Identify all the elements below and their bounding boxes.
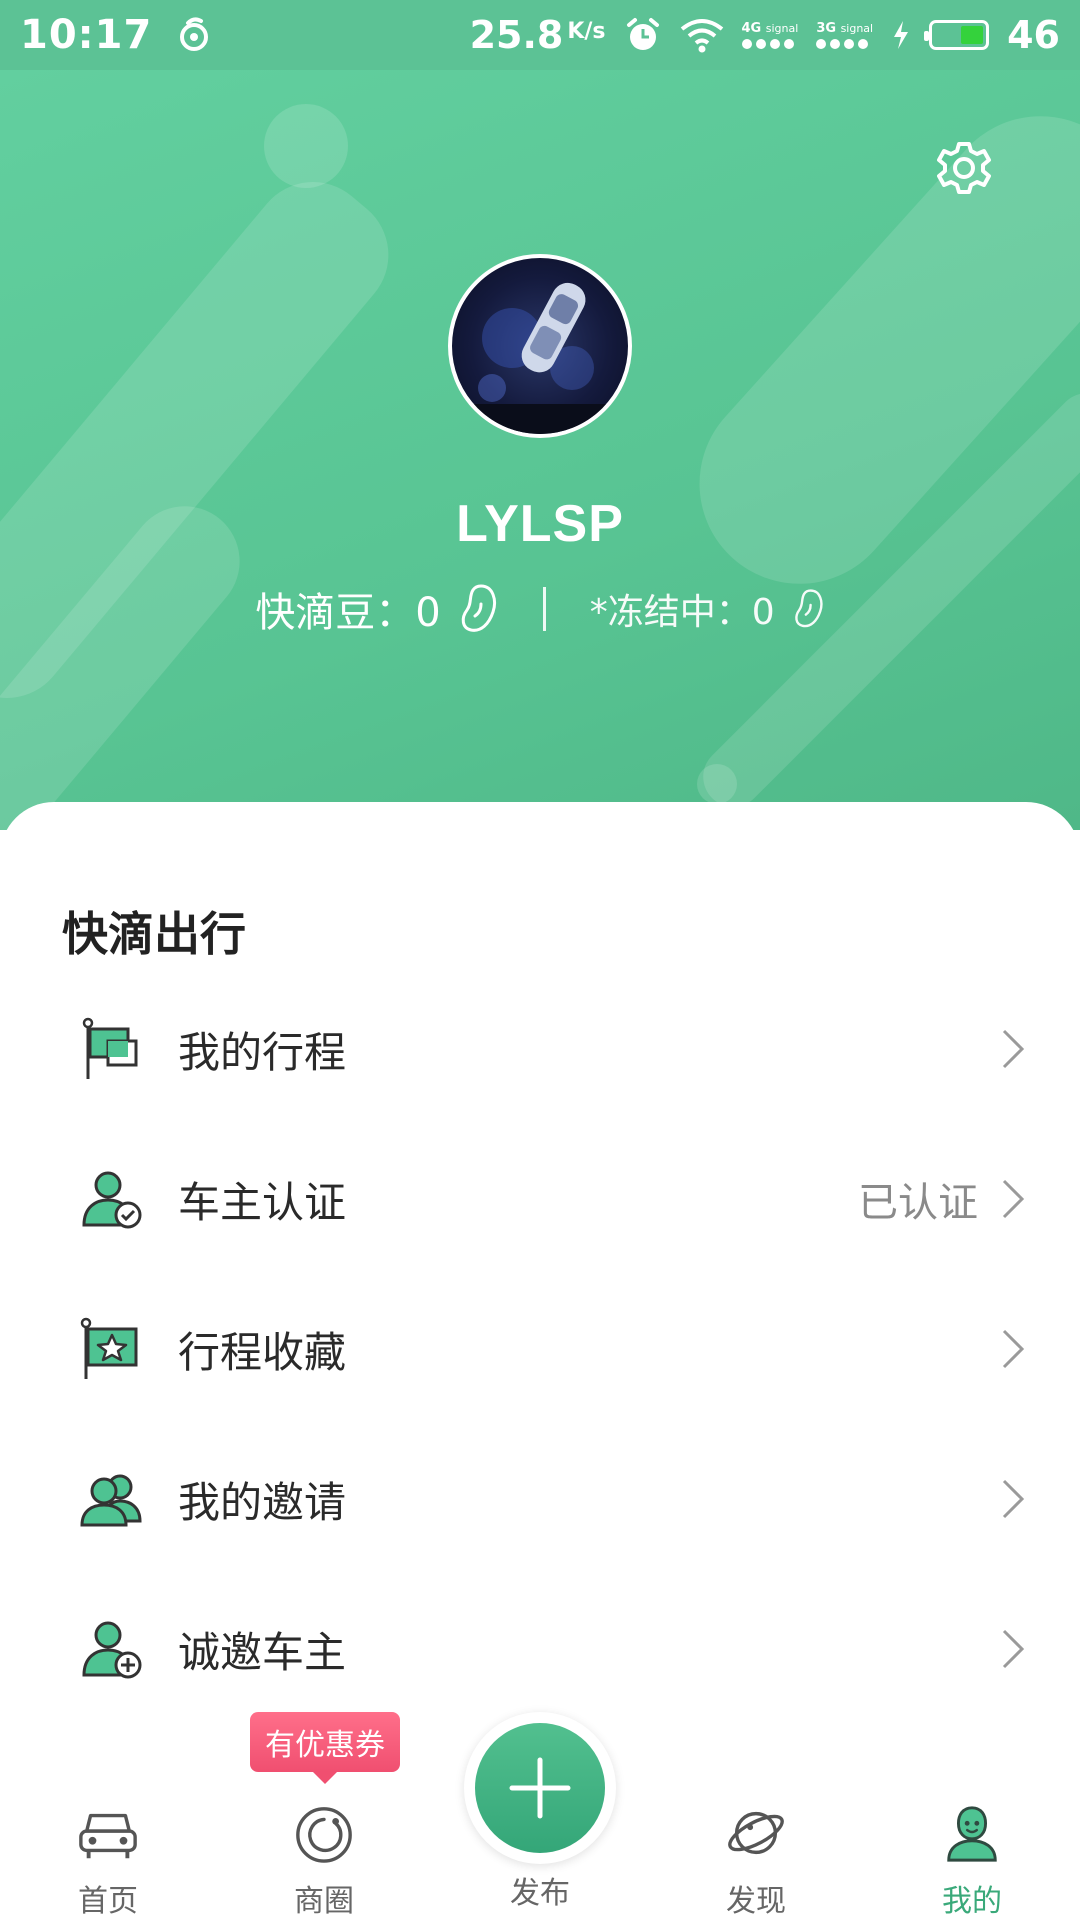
user-add-icon bbox=[82, 1621, 142, 1679]
header-decoration-circle bbox=[697, 764, 737, 804]
plus-icon bbox=[509, 1757, 571, 1819]
flag-icon bbox=[82, 1017, 138, 1079]
publish-label: 发布 bbox=[510, 1876, 570, 1911]
battery-level: 46 bbox=[1007, 13, 1060, 57]
chevron-right-icon bbox=[1002, 1029, 1025, 1069]
chevron-right-icon bbox=[1002, 1179, 1025, 1219]
flag-star-icon bbox=[80, 1317, 138, 1379]
signal-4g: 4G signal bbox=[741, 20, 799, 49]
menu-item-driver-verification[interactable]: 车主认证 已认证 bbox=[0, 1124, 1080, 1274]
nav-mine-label: 我的 bbox=[942, 1884, 1002, 1919]
nav-business-circle[interactable]: 商圈 bbox=[216, 1776, 432, 1920]
network-speed-value: 25.8 bbox=[469, 13, 564, 57]
signal-4g-label: 4G bbox=[741, 20, 762, 36]
publish-button[interactable] bbox=[475, 1723, 605, 1853]
menu-item-trip-favorites[interactable]: 行程收藏 bbox=[0, 1274, 1080, 1424]
nav-discover[interactable]: 发现 bbox=[648, 1776, 864, 1920]
circle-icon bbox=[296, 1807, 352, 1863]
netease-music-icon bbox=[180, 17, 209, 51]
section-title: 快滴出行 bbox=[62, 907, 246, 961]
frozen-beans[interactable]: *冻结中：0 bbox=[590, 583, 825, 635]
signal-4g-small: signal bbox=[765, 21, 799, 35]
profile-avatar-icon bbox=[947, 1806, 997, 1862]
menu-item-label: 车主认证 bbox=[178, 1177, 347, 1227]
chevron-right-icon bbox=[1002, 1329, 1025, 1369]
menu-item-label: 我的邀请 bbox=[178, 1477, 347, 1527]
user-verified-icon bbox=[82, 1171, 142, 1229]
menu-item-label: 行程收藏 bbox=[178, 1327, 347, 1377]
nav-discover-label: 发现 bbox=[726, 1884, 786, 1919]
planet-icon bbox=[728, 1811, 784, 1855]
avatar[interactable] bbox=[448, 254, 632, 438]
status-bar: 10:17 25.8 K/s 4G signal 3G signal 46 bbox=[0, 0, 1080, 70]
bean-icon bbox=[794, 589, 823, 628]
publish-button-wrap bbox=[464, 1712, 616, 1864]
status-right-group: 25.8 K/s 4G signal 3G signal 46 bbox=[470, 13, 1060, 57]
profile-header: LYLSP 快滴豆：0 *冻结中：0 bbox=[0, 70, 1080, 830]
bean-icon bbox=[461, 584, 496, 632]
menu-item-my-trips[interactable]: 我的行程 bbox=[0, 974, 1080, 1124]
beans-balance[interactable]: 快滴豆：0 bbox=[255, 580, 498, 638]
network-speed-unit: K/s bbox=[567, 19, 606, 44]
frozen-label: *冻结中：0 bbox=[589, 592, 775, 633]
settings-button[interactable] bbox=[932, 136, 996, 200]
chevron-right-icon bbox=[1002, 1479, 1025, 1519]
battery-icon bbox=[924, 20, 990, 50]
charging-icon bbox=[894, 21, 909, 49]
nav-business-circle-label: 商圈 bbox=[294, 1884, 354, 1919]
beans-row: 快滴豆：0 *冻结中：0 bbox=[0, 580, 1080, 638]
nav-home[interactable]: 首页 bbox=[0, 1776, 216, 1920]
network-speed: 25.8 K/s bbox=[470, 13, 606, 57]
car-icon bbox=[79, 1813, 137, 1859]
header-decoration-circle bbox=[264, 104, 348, 188]
avatar-car-image bbox=[452, 282, 628, 434]
verification-status: 已认证 bbox=[858, 1180, 978, 1226]
nav-home-label: 首页 bbox=[78, 1884, 138, 1919]
nav-mine[interactable]: 我的 bbox=[864, 1776, 1080, 1920]
status-time: 10:17 bbox=[20, 12, 153, 58]
alarm-icon bbox=[626, 18, 659, 50]
menu-list: 我的行程 车主认证 已认证 行程收藏 我的邀请 诚邀车主 bbox=[0, 974, 1080, 1724]
menu-item-label: 诚邀车主 bbox=[178, 1627, 347, 1677]
signal-3g: 3G signal bbox=[816, 22, 873, 49]
signal-3g-small: signal bbox=[840, 21, 874, 35]
chevron-right-icon bbox=[1002, 1629, 1025, 1669]
wifi-icon bbox=[680, 19, 723, 53]
username: LYLSP bbox=[456, 495, 624, 553]
signal-3g-label: 3G bbox=[816, 20, 837, 36]
menu-item-my-invitations[interactable]: 我的邀请 bbox=[0, 1424, 1080, 1574]
beans-label: 快滴豆：0 bbox=[255, 590, 441, 636]
beans-divider bbox=[542, 587, 546, 631]
coupon-badge[interactable]: 有优惠券 bbox=[250, 1712, 400, 1784]
gear-icon bbox=[937, 142, 991, 194]
menu-item-invite-drivers[interactable]: 诚邀车主 bbox=[0, 1574, 1080, 1724]
users-icon bbox=[80, 1474, 142, 1527]
menu-item-label: 我的行程 bbox=[178, 1027, 347, 1077]
